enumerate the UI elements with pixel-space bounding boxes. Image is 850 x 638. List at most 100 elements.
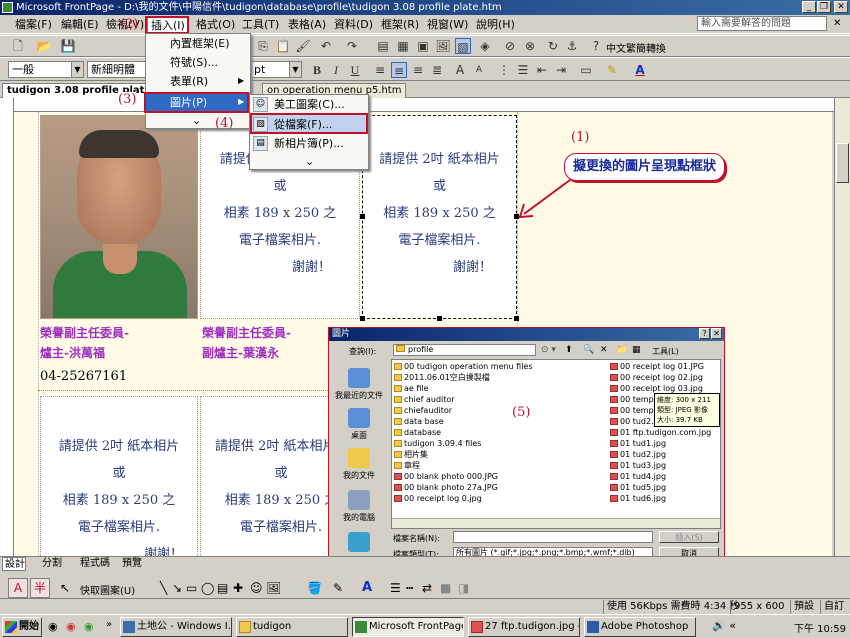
decrease-indent-icon[interactable]: ⇤ <box>534 62 550 78</box>
placeholder-cell-4[interactable]: 請提供 2吋 紙本相片 或 相素 189 x 250 之 電子檔案相片. <box>200 396 337 556</box>
views-icon[interactable]: ▦ <box>632 345 641 355</box>
tab-code[interactable]: 程式碼 <box>78 557 110 571</box>
increase-font-icon[interactable]: A <box>452 62 468 78</box>
list-item[interactable]: 00 receipt log 02.jpg <box>610 372 720 383</box>
select-pointer-icon[interactable]: ↖ <box>60 581 70 595</box>
menu-item-photo-album[interactable]: ▤ 新相片簿(P)... <box>250 134 368 153</box>
insert-picture-icon[interactable]: 🖼 <box>435 38 451 54</box>
bold-button[interactable]: B <box>309 62 325 78</box>
insert-table-icon[interactable]: ▦ <box>395 38 411 54</box>
menu-format[interactable]: 格式(O) <box>193 16 238 33</box>
list-item[interactable]: database <box>394 427 608 438</box>
minimize-button[interactable]: _ <box>802 1 816 13</box>
list-item[interactable]: 01 tud2.jpg <box>610 449 720 460</box>
redo-icon[interactable]: ↷ <box>344 38 360 54</box>
filename-input[interactable] <box>453 531 653 543</box>
up-folder-icon[interactable]: ⬆ <box>565 345 573 355</box>
list-item[interactable]: 相片集 <box>394 449 608 460</box>
refresh-icon[interactable]: ↻ <box>545 38 561 54</box>
menu-table[interactable]: 表格(A) <box>285 16 329 33</box>
3d-icon[interactable]: ◨ <box>458 581 469 595</box>
new-folder-icon[interactable]: 📁 <box>616 345 627 355</box>
menu-item-inline-frame[interactable]: 內置框架(E) <box>146 34 250 53</box>
dialog-close-button[interactable]: ✕ <box>711 328 722 339</box>
placeholder-cell-2-selected[interactable]: 請提供 2吋 紙本相片 或 相素 189 x 250 之 電子檔案相片. 謝謝！ <box>360 115 519 321</box>
horizontal-scrollbar[interactable] <box>392 518 720 528</box>
layer-icon[interactable]: ▣ <box>415 38 431 54</box>
menu-item-form[interactable]: 表單(R) <box>146 72 250 91</box>
picture-from-file-icon[interactable]: ▧ <box>455 38 471 54</box>
list-item[interactable]: 00 blank photo 000.JPG <box>394 471 608 482</box>
menu-window[interactable]: 視窗(W) <box>424 16 471 33</box>
copy-icon[interactable]: ⎘ <box>255 38 271 54</box>
selection-handle[interactable] <box>360 214 365 219</box>
list-item[interactable]: 00 receipt log 01.JPG <box>610 361 720 372</box>
list-item[interactable]: tudigon 3.09.4 files <box>394 438 608 449</box>
save-icon[interactable]: 💾 <box>60 38 76 54</box>
justify-icon[interactable]: ≣ <box>429 62 445 78</box>
scrollbar-thumb[interactable] <box>836 143 849 183</box>
browser-icon[interactable]: ◉ <box>66 620 76 633</box>
selection-handle[interactable] <box>360 316 365 321</box>
menu-expand-chevron-icon[interactable]: ⌄ <box>250 152 368 171</box>
textbox-tool-icon[interactable]: ▤ <box>217 581 228 595</box>
line-style-icon[interactable]: ☰ <box>390 581 401 595</box>
tools-menu[interactable]: 工具(L) <box>652 346 679 357</box>
numbered-list-icon[interactable]: ⋮ <box>496 62 512 78</box>
format-painter-icon[interactable]: 🖌 <box>295 38 311 54</box>
menu-tools[interactable]: 工具(T) <box>239 16 282 33</box>
list-item[interactable]: chief auditor <box>394 394 608 405</box>
file-list[interactable]: 00 tudigon operation menu files 2011.06.… <box>391 359 721 529</box>
selection-handle[interactable] <box>514 316 519 321</box>
quicklaunch-overflow-icon[interactable]: » <box>106 619 112 630</box>
menu-frames[interactable]: 框架(R) <box>378 16 422 33</box>
menu-expand-chevron-icon[interactable]: ⌄ <box>146 111 250 130</box>
place-my-computer[interactable]: 我的電腦 <box>333 490 385 523</box>
underline-button[interactable]: U <box>347 62 363 78</box>
menu-item-symbol[interactable]: 符號(S)... <box>146 53 250 72</box>
list-item[interactable]: 01 tud5.jpg <box>610 482 720 493</box>
text-color-a-icon[interactable]: A <box>8 578 28 598</box>
wordart-icon[interactable]: ✚ <box>233 581 243 595</box>
task-button-2[interactable]: tudigon <box>236 617 348 637</box>
italic-button[interactable]: I <box>328 62 344 78</box>
anchor-icon[interactable]: ⚓ <box>564 38 580 54</box>
insert-picture-icon[interactable]: 🖼 <box>266 581 281 595</box>
shadow-icon[interactable]: ■ <box>440 581 451 595</box>
arrow-style-icon[interactable]: ⇄ <box>422 581 432 595</box>
menu-help[interactable]: 說明(H) <box>473 16 518 33</box>
arrow-tool-icon[interactable]: ↘ <box>172 581 182 595</box>
selection-handle[interactable] <box>437 316 442 321</box>
tab-preview[interactable]: 預覽 <box>120 557 142 571</box>
oval-tool-icon[interactable]: ◯ <box>201 581 214 595</box>
list-item[interactable]: ae file <box>394 383 608 394</box>
increase-indent-icon[interactable]: ⇥ <box>553 62 569 78</box>
menu-file[interactable]: 檔案(F) <box>12 16 55 33</box>
bullet-list-icon[interactable]: ☰ <box>515 62 531 78</box>
insert-button[interactable]: 插入(S) <box>659 531 719 543</box>
font-color-icon[interactable]: A <box>362 580 372 595</box>
delete-icon[interactable]: ✕ <box>600 345 608 355</box>
font-combo[interactable]: 新細明體 <box>87 61 147 78</box>
close-button[interactable]: ✕ <box>834 1 848 13</box>
place-my-documents[interactable]: 我的文件 <box>333 448 385 481</box>
placeholder-cell-3[interactable]: 請提供 2吋 紙本相片 或 相素 189 x 250 之 電子檔案相片. 謝謝！ <box>40 396 198 556</box>
list-item[interactable]: 01 tud6.jpg <box>610 493 720 504</box>
restore-button[interactable]: ❐ <box>817 1 831 13</box>
align-right-icon[interactable]: ≡ <box>410 62 426 78</box>
web-component-icon[interactable]: ▤ <box>375 38 391 54</box>
chevron-down-icon[interactable]: ▼ <box>289 62 301 77</box>
highlight-icon[interactable]: ✎ <box>604 62 620 78</box>
place-desktop[interactable]: 桌面 <box>333 408 385 441</box>
text-tool-icon[interactable]: 半 <box>30 578 50 598</box>
drawing-icon[interactable]: ◈ <box>477 38 493 54</box>
search-web-icon[interactable]: 🔍 <box>583 345 594 355</box>
place-recent[interactable]: 我最近的文件 <box>333 368 385 401</box>
tab-split[interactable]: 分割 <box>40 557 62 571</box>
menu-data[interactable]: 資料(D) <box>331 16 376 33</box>
autoshapes-menu[interactable]: 快取圖案(U) <box>80 582 135 597</box>
menu-item-clip-art[interactable]: ☺ 美工圖案(C)... <box>250 95 368 114</box>
lookin-combo[interactable]: profile <box>393 344 536 356</box>
align-center-icon[interactable]: ≡ <box>391 62 407 78</box>
task-button-5[interactable]: Adobe Photoshop <box>584 617 696 637</box>
